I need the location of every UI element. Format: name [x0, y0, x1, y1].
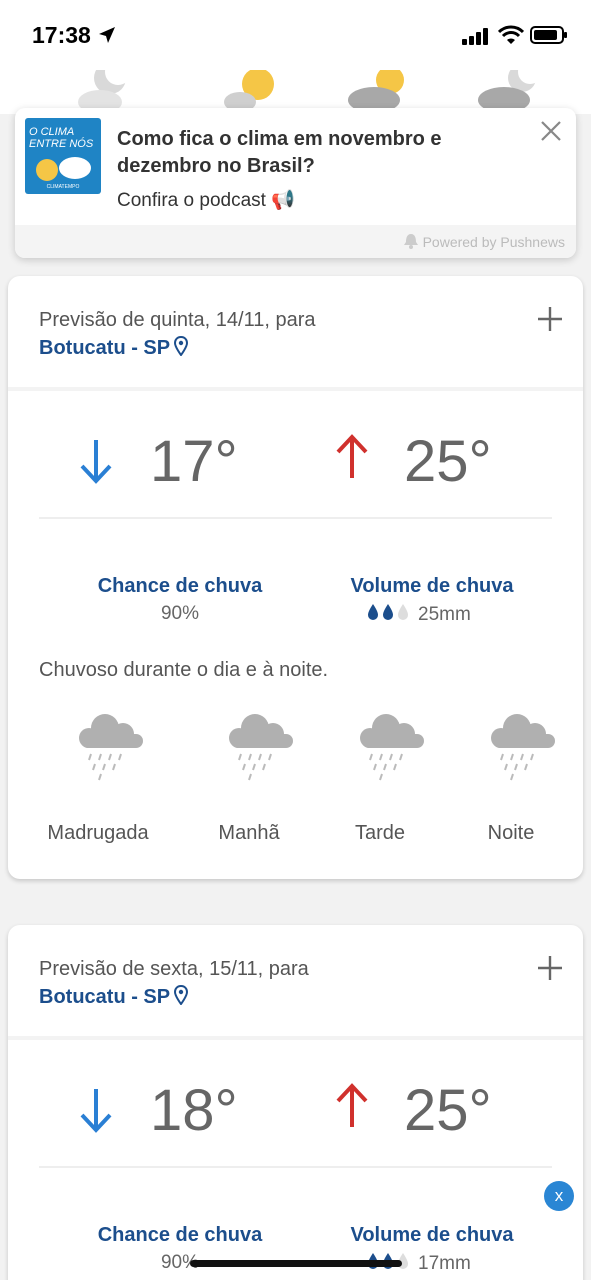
powered-by-text: Powered by Pushnews [422, 234, 565, 250]
cellular-signal-icon [462, 28, 488, 45]
status-bar: 17:38 [0, 0, 591, 70]
rain-volume-title: Volume de chuva [350, 575, 514, 597]
min-temp-arrow-down-icon [80, 440, 112, 484]
home-indicator[interactable] [190, 1260, 402, 1267]
forecast-date-label: Previsão de quinta, 14/11, para [39, 309, 316, 331]
rain-volume-value: 17mm [418, 1253, 471, 1274]
notification-body: Confira o podcast 📢 [117, 190, 295, 211]
powered-by-label: Powered by Pushnews [403, 233, 565, 250]
rain-chance-title: Chance de chuva [97, 1224, 263, 1246]
podcast-thumbnail: O CLIMA ENTRE NÓS CLIMATEMPO [25, 118, 101, 194]
forecast-card: Previsão de quinta, 14/11, para Botucatu… [8, 276, 583, 879]
rain-drops-icon [368, 604, 408, 620]
city-link[interactable]: Botucatu - SP [39, 336, 189, 360]
notification-title: Como fica o clima em novembro e dezembro… [117, 128, 442, 177]
bell-icon [403, 234, 418, 249]
close-icon[interactable] [540, 120, 562, 142]
push-notification[interactable]: O CLIMA ENTRE NÓS CLIMATEMPO Como fica o… [15, 108, 576, 258]
rain-cloud-icon [79, 714, 143, 781]
max-temp-arrow-up-icon [336, 434, 368, 478]
rain-volume-title: Volume de chuva [350, 1224, 514, 1246]
forecast-date-label: Previsão de sexta, 15/11, para [39, 958, 309, 980]
period-label: Tarde [354, 822, 406, 844]
thumbnail-subtitle: CLIMATEMPO [46, 184, 80, 190]
city-link[interactable]: Botucatu - SP [39, 985, 189, 1009]
forecast-card: Previsão de sexta, 15/11, para Botucatu … [8, 925, 583, 1280]
battery-icon [530, 26, 567, 44]
period-tarde: Tarde [320, 708, 440, 844]
period-label: Manhã [218, 822, 280, 844]
city-name: Botucatu - SP [39, 337, 171, 359]
rain-cloud-icon [229, 714, 293, 781]
notification-footer: Powered by Pushnews [15, 225, 576, 258]
expand-plus-icon[interactable] [537, 306, 563, 332]
min-temperature: 18° [150, 1078, 238, 1143]
rain-volume-value: 25mm [418, 604, 471, 625]
period-manha: Manhã [189, 708, 309, 844]
period-label: Madrugada [47, 822, 149, 844]
min-temp-arrow-down-icon [80, 1089, 112, 1133]
location-pin-icon [174, 336, 189, 356]
rain-cloud-icon [360, 714, 424, 781]
max-temp-arrow-up-icon [336, 1083, 368, 1127]
card-header: Previsão de quinta, 14/11, para Botucatu… [8, 276, 583, 391]
divider [39, 1166, 552, 1168]
rain-chance-value: 90% [160, 603, 200, 624]
period-madrugada: Madrugada [38, 708, 158, 844]
expand-plus-icon[interactable] [537, 955, 563, 981]
close-ad-button[interactable]: x [544, 1181, 574, 1211]
divider [39, 517, 552, 519]
rain-chance-title: Chance de chuva [97, 575, 263, 597]
max-temperature: 25° [404, 1078, 492, 1143]
max-temperature: 25° [404, 429, 492, 494]
period-noite: Noite [451, 708, 571, 844]
sun-cloud-icon [36, 157, 91, 181]
city-name: Botucatu - SP [39, 986, 171, 1008]
forecast-description: Chuvoso durante o dia e à noite. [39, 659, 329, 681]
rain-cloud-icon [491, 714, 555, 781]
min-temperature: 17° [150, 429, 238, 494]
period-label: Noite [487, 822, 535, 844]
wifi-icon [498, 25, 524, 44]
card-header: Previsão de sexta, 15/11, para Botucatu … [8, 925, 583, 1040]
location-arrow-icon [99, 27, 115, 43]
rain-volume: 25mm [366, 603, 471, 626]
status-time: 17:38 [32, 22, 91, 48]
location-pin-icon [174, 985, 189, 1005]
